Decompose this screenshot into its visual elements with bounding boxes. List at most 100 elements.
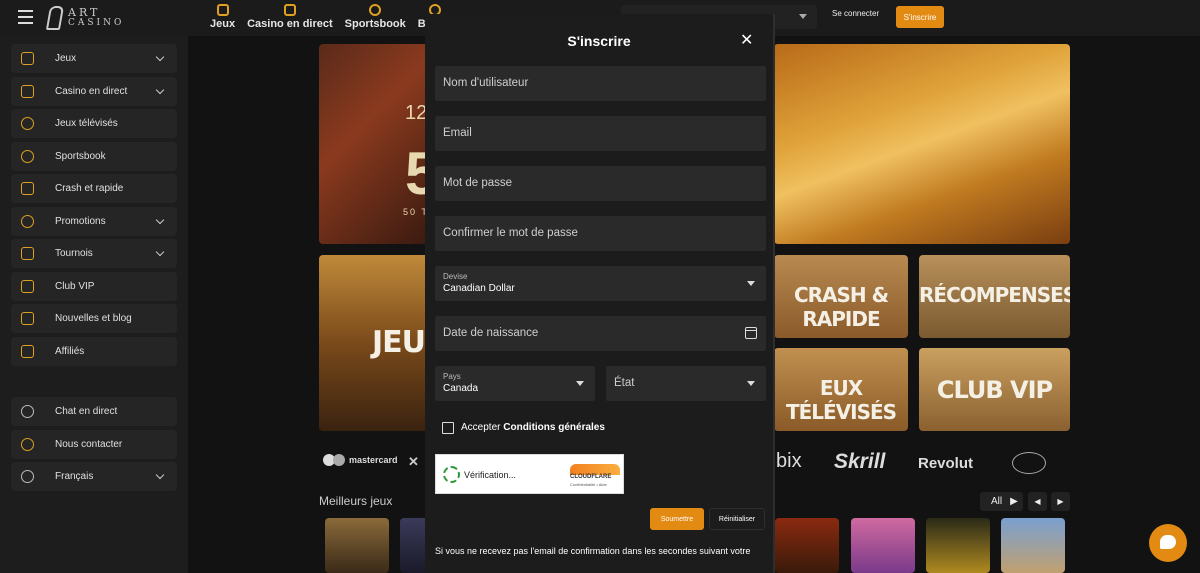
sidebar-item-label: Tournois [55,248,93,259]
payment-bix: bix [776,450,802,472]
birthdate-placeholder: Date de naissance [443,327,539,339]
signup-modal: S'inscrire ✕ Nom d'utilisateur Email Mot… [425,14,775,573]
country-value: Canada [443,383,479,394]
ball-icon [21,150,34,163]
logo-line-1: ART [68,6,101,19]
promo-banner-right[interactable] [774,44,1070,244]
chevron-down-icon [799,14,807,19]
captcha-widget[interactable]: Vérification... CLOUDFLARE Confidentiali… [435,454,624,494]
submit-button[interactable]: Soumettre [650,508,704,530]
game-thumb[interactable] [775,518,839,573]
game-thumb[interactable] [1001,518,1065,573]
tile-jeux[interactable]: JEU [319,255,429,431]
cards-icon [21,85,34,98]
sidebar-item-label: Jeux télévisés [55,118,118,129]
sidebar-item-sportsbook[interactable]: Sportsbook [11,142,177,171]
chevron-down-icon [155,85,165,95]
carousel-prev-button[interactable]: ◀ [1028,492,1047,511]
topnav-jeux[interactable]: Jeux [204,2,241,30]
rocket-icon [21,182,34,195]
tile-jeux-televises[interactable]: EUX TÉLÉVISÉS [774,348,908,431]
chevron-down-icon [155,215,165,225]
terms-checkbox[interactable] [442,422,454,434]
sidebar-item-label: Jeux [55,53,77,64]
captcha-links[interactable]: Confidentialité • Aide [570,482,607,487]
sidebar-item-tournois[interactable]: Tournois [11,239,177,268]
username-placeholder: Nom d'utilisateur [443,77,529,89]
password-field[interactable]: Mot de passe [435,166,766,201]
dollar-icon [21,117,34,130]
chevron-down-icon [747,381,755,386]
sidebar-item-crash[interactable]: Crash et rapide [11,174,177,203]
crown-icon [21,280,34,293]
all-label: All [991,496,1003,507]
chevron-down-icon [576,381,584,386]
confirm-password-field[interactable]: Confirmer le mot de passe [435,216,766,251]
mastercard-label: mastercard [349,455,398,465]
tile-recompenses[interactable]: RÉCOMPENSES [919,255,1070,338]
sidebar-item-label: Nous contacter [55,439,123,450]
promo-banner-left[interactable]: 12 5 50 T [319,44,429,244]
sidebar-item-language[interactable]: Français [11,462,177,491]
chevron-down-icon [155,52,165,62]
calendar-icon[interactable] [745,327,757,339]
signup-button[interactable]: S'inscrire [896,6,944,28]
sidebar-item-label: Affiliés [55,346,85,357]
sidebar-item-label: Nouvelles et blog [55,313,132,324]
tile-club-vip[interactable]: CLUB VIP [919,348,1070,431]
chevron-right-icon: ▶ [1057,497,1064,506]
topnav-sportsbook[interactable]: Sportsbook [339,2,412,30]
mastercard-icon [323,454,345,466]
login-button[interactable]: Se connecter [832,9,879,18]
sidebar-item-label: Casino en direct [55,86,128,97]
state-select[interactable]: État [606,366,766,401]
sidebar-item-nouvelles[interactable]: Nouvelles et blog [11,304,177,333]
megaphone-icon [21,345,34,358]
payment-x-icon: ✕ [408,454,419,469]
currency-value: Canadian Dollar [443,283,515,294]
topnav-sportsbook-label: Sportsbook [344,18,406,30]
carousel-next-button[interactable]: ▶ [1051,492,1070,511]
sidebar-item-label: Club VIP [55,281,95,292]
password-placeholder: Mot de passe [443,177,513,189]
game-thumb[interactable] [325,518,389,573]
terms-link[interactable]: Conditions générales [503,422,605,433]
logo-mark-icon [45,6,65,30]
sidebar-item-casino-en-direct[interactable]: Casino en direct [11,77,177,106]
banner-number: 12 [405,102,428,124]
sidebar-item-club-vip[interactable]: Club VIP [11,272,177,301]
casino-logo[interactable]: ART CASINO [45,5,125,31]
sidebar-item-affilies[interactable]: Affiliés [11,337,177,366]
sidebar-item-jeux-televises[interactable]: Jeux télévisés [11,109,177,138]
tile-crash[interactable]: CRASH & RAPIDE [774,255,908,338]
birthdate-field[interactable]: Date de naissance [435,316,766,351]
sidebar: Jeux Casino en direct Jeux télévisés Spo… [0,36,188,573]
game-thumb[interactable] [926,518,990,573]
sidebar-item-label: Chat en direct [55,406,118,417]
email-placeholder: Email [443,127,472,139]
payment-other-icon [1012,452,1046,474]
logo-line-2: CASINO [68,18,125,28]
sidebar-item-jeux[interactable]: Jeux [11,44,177,73]
topnav-casino-en-direct[interactable]: Casino en direct [241,2,339,30]
email-field[interactable]: Email [435,116,766,151]
captcha-status: Vérification... [464,470,517,480]
tile-jeux-label: JEU [371,325,426,360]
close-icon[interactable]: ✕ [740,33,753,49]
all-games-button[interactable]: All ▶ [980,492,1023,511]
live-chat-bubble-icon[interactable] [1149,524,1187,562]
state-placeholder: État [614,377,635,389]
modal-title: S'inscrire [567,33,631,49]
topnav-jeux-label: Jeux [210,18,236,30]
currency-select[interactable]: Devise Canadian Dollar [435,266,766,301]
reset-button[interactable]: Réinitialiser [709,508,765,530]
headset-icon [21,405,34,418]
sidebar-item-promotions[interactable]: Promotions [11,207,177,236]
game-thumb[interactable] [851,518,915,573]
country-select[interactable]: Pays Canada [435,366,595,401]
username-field[interactable]: Nom d'utilisateur [435,66,766,101]
confirm-password-placeholder: Confirmer le mot de passe [443,227,578,239]
sidebar-item-chat-en-direct[interactable]: Chat en direct [11,397,177,426]
sidebar-item-nous-contacter[interactable]: Nous contacter [11,430,177,459]
menu-icon[interactable] [18,10,33,24]
